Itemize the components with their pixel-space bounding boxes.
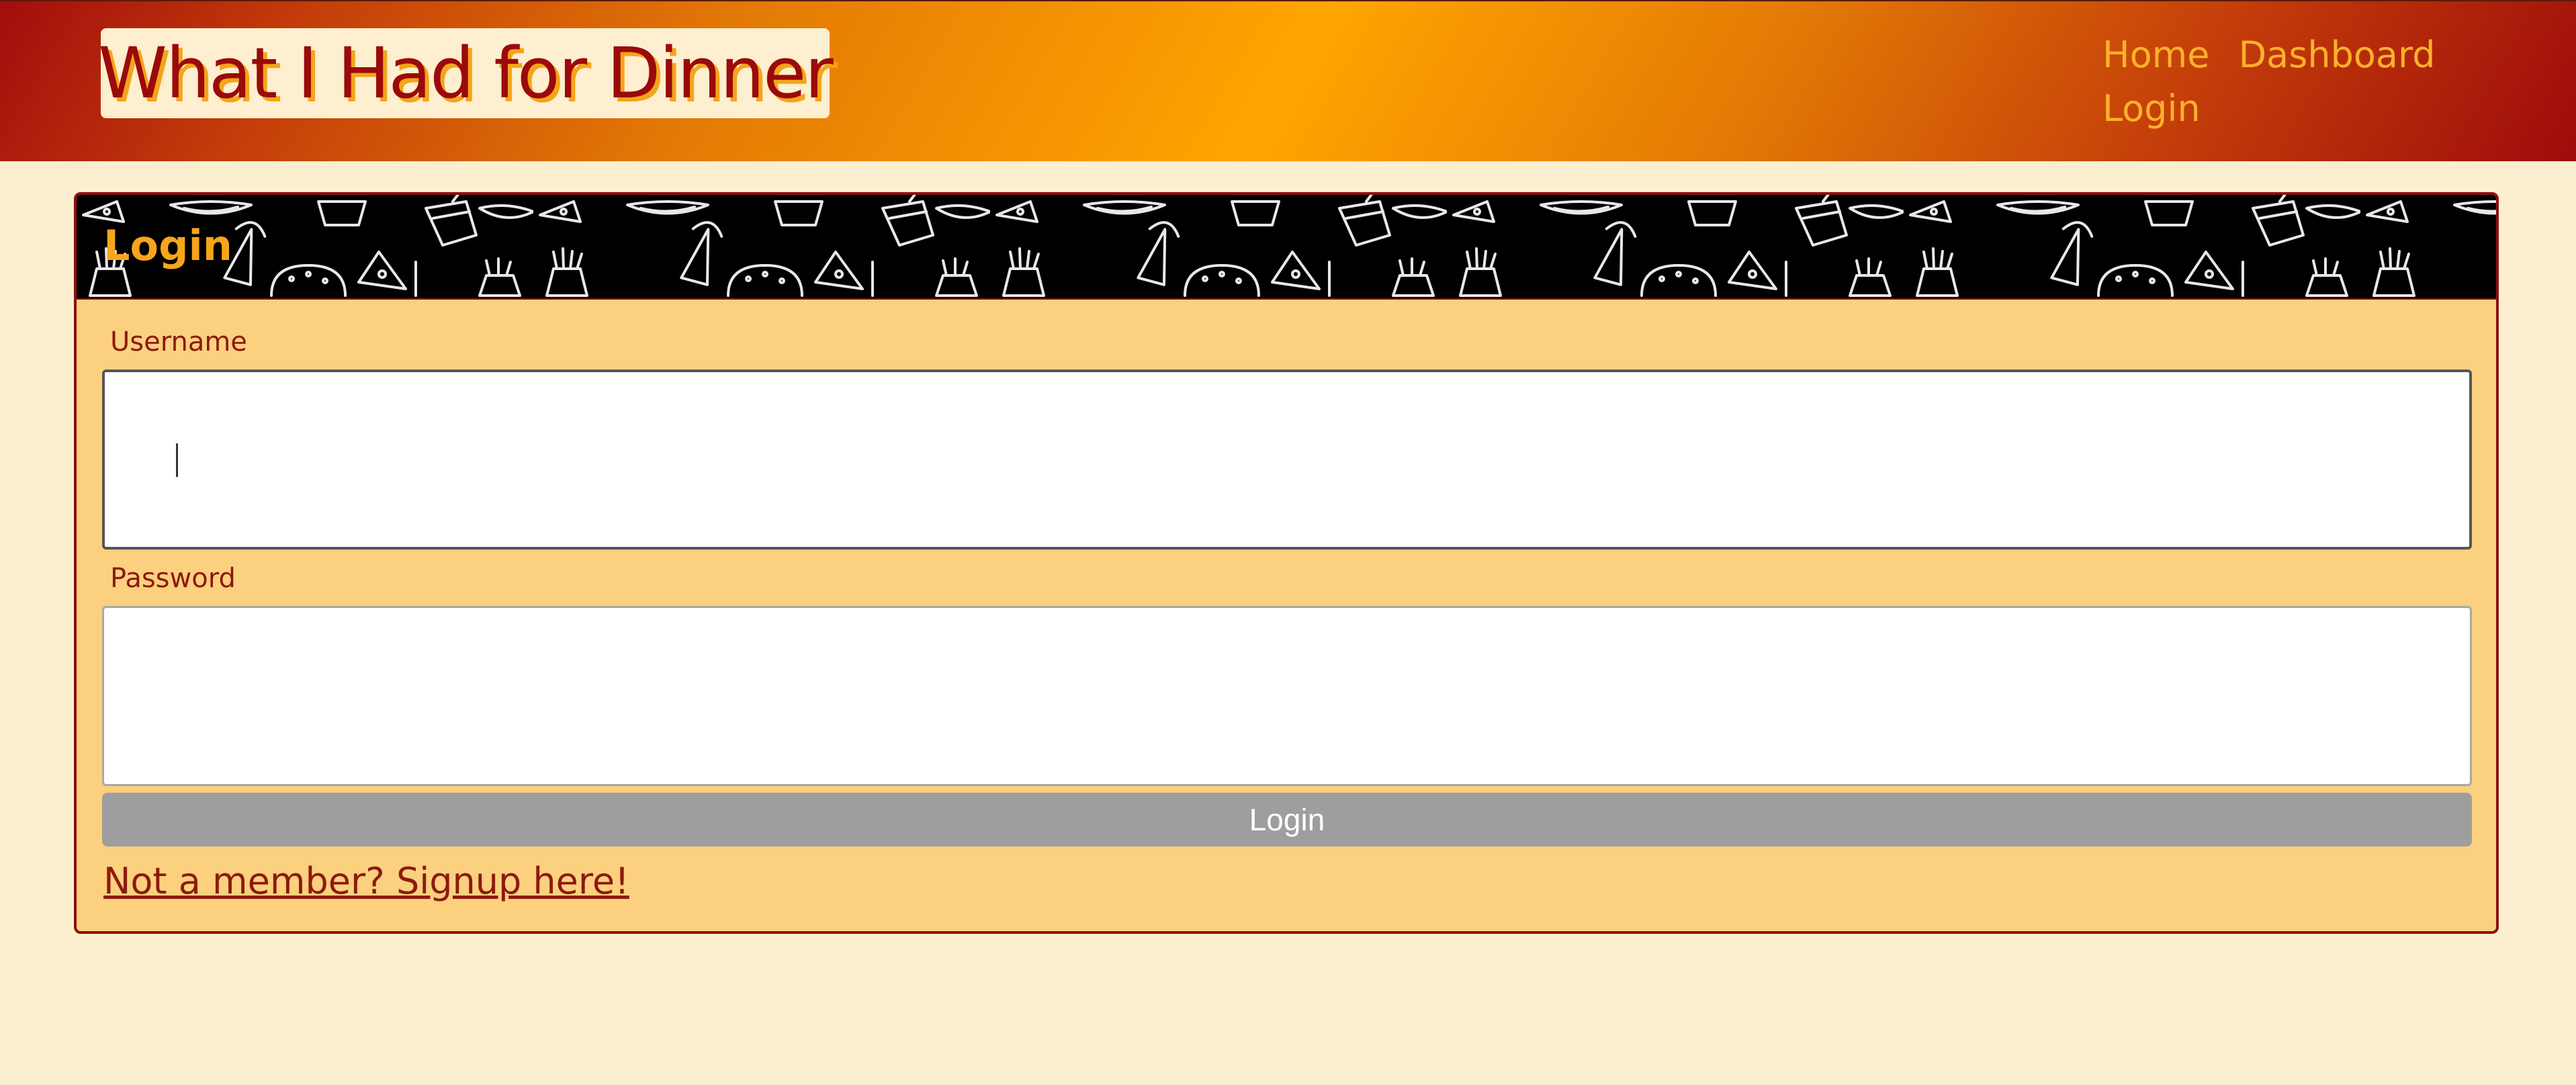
text-caret xyxy=(176,443,178,477)
food-doodle-pattern-icon xyxy=(77,195,2496,298)
login-card-title: Login xyxy=(103,221,232,270)
login-card-header: Login xyxy=(77,195,2496,300)
nav-link-login[interactable]: Login xyxy=(2102,82,2201,136)
nav-link-home[interactable]: Home xyxy=(2102,28,2209,82)
brand-logo-box[interactable]: What I Had for Dinner xyxy=(98,28,834,118)
login-card: Login Username Password Login Not a memb… xyxy=(74,192,2499,934)
login-submit-button[interactable]: Login xyxy=(102,793,2472,847)
password-input[interactable] xyxy=(102,606,2472,786)
site-header: What I Had for Dinner Home Dashboard Log… xyxy=(0,0,2576,161)
brand-title[interactable]: What I Had for Dinner xyxy=(98,32,834,114)
signup-link[interactable]: Not a member? Signup here! xyxy=(103,860,629,902)
nav-link-dashboard[interactable]: Dashboard xyxy=(2239,28,2436,82)
main-nav: Home Dashboard Login xyxy=(2102,28,2505,136)
username-label: Username xyxy=(110,327,247,357)
username-input[interactable] xyxy=(102,370,2472,550)
password-label: Password xyxy=(110,563,236,594)
